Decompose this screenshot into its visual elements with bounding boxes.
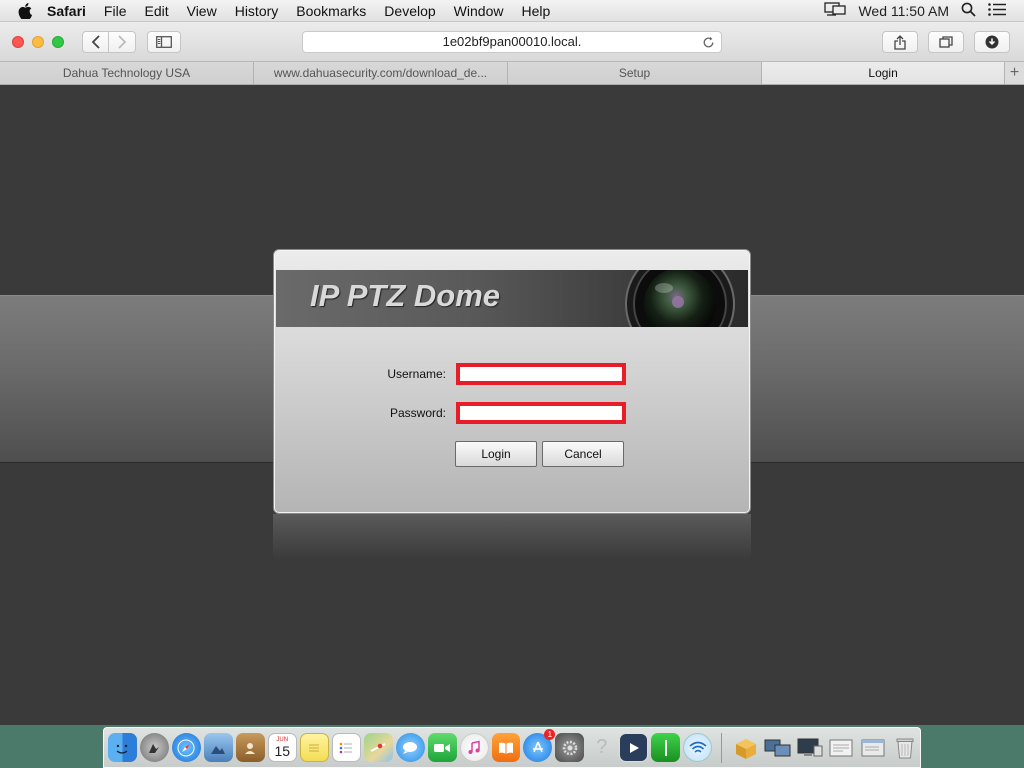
- photo-app-icon[interactable]: [203, 733, 233, 762]
- share-icon: [894, 34, 906, 50]
- tab-dahua-technology[interactable]: Dahua Technology USA: [0, 62, 255, 84]
- nav-buttons: [82, 30, 136, 53]
- messages-icon[interactable]: [395, 733, 425, 762]
- panel-reflection: [273, 514, 751, 560]
- minimize-window-icon[interactable]: [32, 35, 44, 48]
- product-banner: IP PTZ Dome: [276, 270, 748, 327]
- back-button[interactable]: [82, 30, 109, 53]
- login-button[interactable]: Login: [455, 441, 537, 467]
- menu-file[interactable]: File: [95, 0, 136, 22]
- itunes-icon[interactable]: [459, 733, 489, 762]
- menu-edit[interactable]: Edit: [135, 0, 177, 22]
- safari-icon[interactable]: [171, 733, 201, 762]
- chevron-right-icon: [118, 34, 127, 49]
- menu-develop[interactable]: Develop: [375, 0, 444, 22]
- help-question-icon[interactable]: ?: [587, 733, 616, 762]
- tabs-icon: [939, 36, 953, 48]
- browser-toolbar: 1e02bf9pan00010.local.: [0, 22, 1024, 61]
- window-controls: [12, 35, 64, 48]
- login-panel: IP PTZ Dome Username: Password: Login Ca…: [273, 249, 751, 514]
- desktop-strip: JUN 15 1 ?: [0, 725, 1024, 768]
- terminal-green-icon[interactable]: [651, 733, 681, 762]
- tab-bar: Dahua Technology USA www.dahuasecurity.c…: [0, 61, 1024, 85]
- menu-app-name[interactable]: Safari: [38, 0, 95, 22]
- download-icon: [985, 35, 999, 49]
- sidebar-icon: [156, 35, 172, 48]
- tab-label: Setup: [618, 66, 651, 80]
- password-row: Password:: [326, 402, 626, 424]
- ibooks-icon[interactable]: [491, 733, 521, 762]
- calendar-day: 15: [274, 742, 291, 759]
- menu-window[interactable]: Window: [445, 0, 513, 22]
- system-preferences-icon[interactable]: [555, 733, 585, 762]
- notification-center-icon[interactable]: [988, 2, 1006, 19]
- page-content: IP PTZ Dome Username: Password: Login Ca…: [0, 85, 1024, 725]
- tab-setup[interactable]: Setup: [508, 62, 763, 84]
- username-row: Username:: [326, 363, 626, 385]
- username-input[interactable]: [456, 363, 626, 385]
- app-store-badge: 1: [544, 729, 556, 740]
- menu-clock[interactable]: Wed 11:50 AM: [858, 3, 949, 19]
- screen-sharing-icon[interactable]: [763, 733, 792, 762]
- document-window-icon[interactable]: [859, 733, 888, 762]
- menu-history[interactable]: History: [226, 0, 288, 22]
- fullscreen-window-icon[interactable]: [52, 35, 64, 48]
- contacts-icon[interactable]: [235, 733, 265, 762]
- address-bar[interactable]: 1e02bf9pan00010.local.: [302, 31, 722, 53]
- calendar-icon[interactable]: JUN 15: [267, 733, 297, 762]
- tab-label: Login: [868, 66, 898, 80]
- spotlight-search-icon[interactable]: [961, 2, 976, 20]
- address-text: 1e02bf9pan00010.local.: [442, 34, 582, 49]
- password-label: Password:: [389, 406, 446, 420]
- reload-icon[interactable]: [702, 35, 715, 55]
- trash-icon[interactable]: [891, 733, 920, 762]
- airplay-display-icon[interactable]: [824, 2, 847, 19]
- menu-bookmarks[interactable]: Bookmarks: [287, 0, 375, 22]
- reminders-icon[interactable]: [331, 733, 361, 762]
- close-window-icon[interactable]: [12, 35, 24, 48]
- tab-login[interactable]: Login: [762, 62, 1005, 84]
- dock: JUN 15 1 ?: [103, 727, 921, 768]
- finder-icon[interactable]: [108, 733, 137, 762]
- menu-help[interactable]: Help: [512, 0, 559, 22]
- notes-icon[interactable]: [299, 733, 329, 762]
- share-button[interactable]: [882, 31, 918, 53]
- dock-separator: [721, 732, 723, 763]
- chevron-left-icon: [91, 34, 100, 49]
- maps-icon[interactable]: [363, 733, 393, 762]
- sidebar-toggle-button[interactable]: [147, 30, 181, 53]
- tab-label: www.dahuasecurity.com/download_de...: [273, 66, 488, 80]
- password-input[interactable]: [456, 402, 626, 424]
- apple-menu-icon[interactable]: [18, 2, 38, 19]
- launchpad-icon[interactable]: [139, 733, 169, 762]
- forward-button[interactable]: [109, 30, 136, 53]
- camera-lens-icon: [625, 270, 735, 327]
- help-glyph: ?: [596, 736, 608, 758]
- wifi-icon[interactable]: [683, 733, 713, 762]
- tab-dahua-download[interactable]: www.dahuasecurity.com/download_de...: [254, 62, 509, 84]
- menu-view[interactable]: View: [178, 0, 226, 22]
- new-tab-button[interactable]: +: [1004, 62, 1024, 84]
- downloads-button[interactable]: [974, 31, 1010, 53]
- network-display-icon[interactable]: [795, 733, 824, 762]
- username-label: Username:: [387, 367, 446, 381]
- document-preview-icon[interactable]: [827, 733, 856, 762]
- cancel-button[interactable]: Cancel: [542, 441, 624, 467]
- menu-bar: Safari File Edit View History Bookmarks …: [0, 0, 1024, 22]
- facetime-icon[interactable]: [427, 733, 457, 762]
- tab-label: Dahua Technology USA: [62, 66, 191, 80]
- quicktime-player-icon[interactable]: [619, 733, 649, 762]
- app-store-icon[interactable]: 1: [523, 729, 556, 762]
- banner-title: IP PTZ Dome: [310, 278, 501, 313]
- tab-overview-button[interactable]: [928, 31, 964, 53]
- package-installer-icon[interactable]: [731, 733, 760, 762]
